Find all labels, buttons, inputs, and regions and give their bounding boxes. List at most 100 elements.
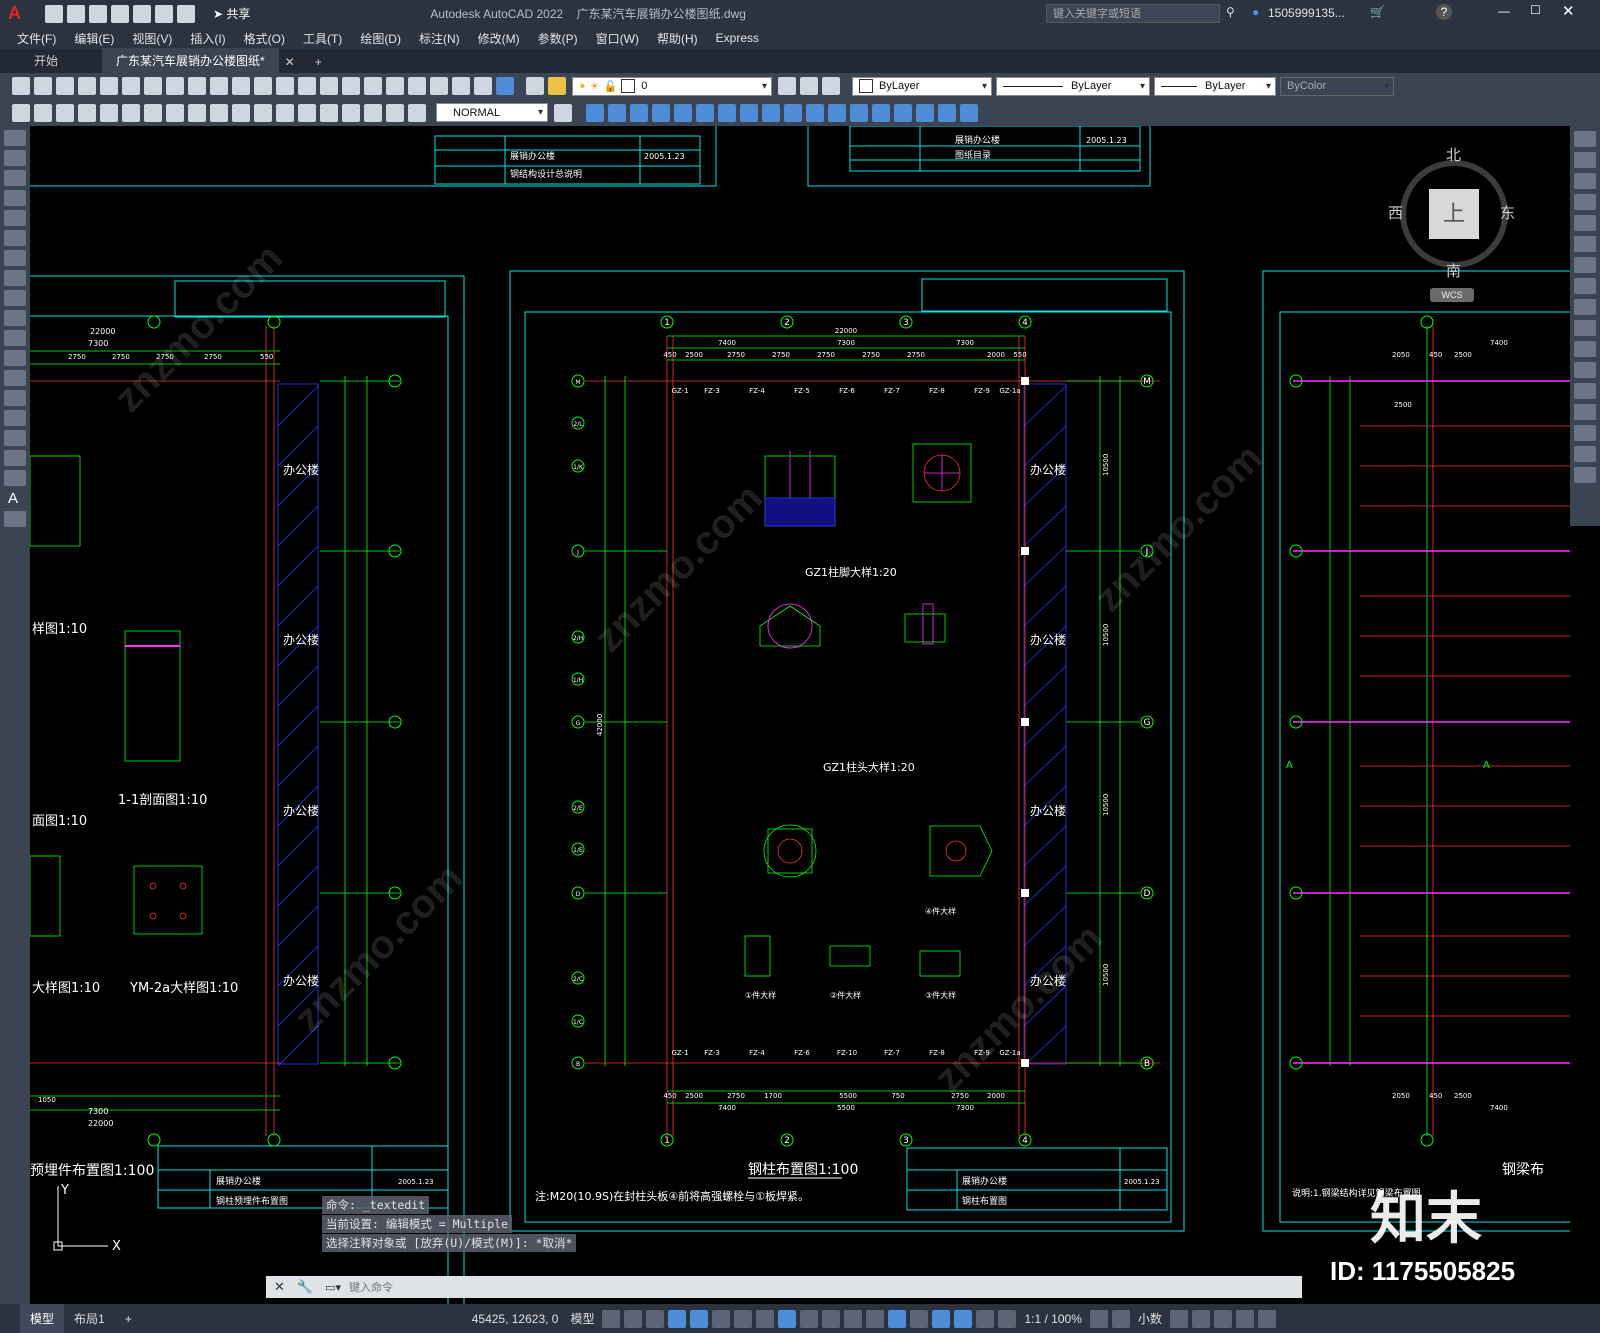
modify-fillet-icon[interactable]	[894, 103, 912, 122]
dim-linear-icon[interactable]	[12, 103, 30, 122]
fillet-icon[interactable]	[1574, 425, 1596, 441]
mirror-icon[interactable]	[1574, 173, 1596, 189]
annotation-visibility-icon[interactable]	[954, 1309, 973, 1328]
add-selected-icon[interactable]	[4, 511, 26, 527]
layout-tab-add[interactable]: +	[115, 1312, 142, 1326]
layer-manager-icon[interactable]	[526, 77, 544, 95]
layout-tab-model[interactable]: 模型	[20, 1304, 65, 1333]
mtext-icon[interactable]: A	[8, 490, 22, 507]
customize-icon[interactable]	[1257, 1309, 1276, 1328]
quick-access-plot-icon[interactable]	[133, 4, 151, 23]
zoom-previous-icon[interactable]	[342, 77, 360, 95]
menu-insert[interactable]: 插入(I)	[181, 30, 234, 47]
compass-south[interactable]: 南	[1446, 260, 1461, 281]
tab-start[interactable]: 开始	[20, 48, 72, 73]
minimize-button[interactable]: —	[1498, 4, 1510, 18]
dim-continue-icon[interactable]	[232, 103, 250, 122]
snap-icon[interactable]	[624, 1309, 643, 1328]
layer-iso-icon[interactable]	[822, 77, 840, 95]
menu-window[interactable]: 窗口(W)	[587, 30, 648, 47]
revcloud-icon[interactable]	[4, 270, 26, 286]
redo-icon[interactable]	[254, 77, 272, 95]
space-toggle[interactable]: 模型	[570, 1310, 594, 1327]
command-input[interactable]	[347, 1277, 1302, 1297]
blend-icon[interactable]	[1574, 446, 1596, 462]
modify-break-icon[interactable]	[828, 103, 846, 122]
erase-icon[interactable]	[1574, 131, 1596, 147]
modify-explode-icon[interactable]	[916, 103, 934, 122]
offset-icon[interactable]	[1574, 194, 1596, 210]
quick-access-new-icon[interactable]	[45, 4, 63, 23]
infer-icon[interactable]	[646, 1309, 665, 1328]
close-button[interactable]: ✕	[1562, 2, 1575, 20]
plotstyle-dropdown[interactable]: ByColor	[1280, 76, 1394, 96]
dimstyle-manager-icon[interactable]	[554, 103, 572, 122]
zoom-window-icon[interactable]	[320, 77, 338, 95]
clean-screen-icon[interactable]	[1235, 1309, 1254, 1328]
gizmo-icon[interactable]	[932, 1309, 951, 1328]
dim-arc-icon[interactable]	[56, 103, 74, 122]
make-current-icon[interactable]	[778, 77, 796, 95]
scale-readout[interactable]: 1:1 / 100%	[1024, 1312, 1081, 1326]
grid-icon[interactable]	[602, 1309, 621, 1328]
pan-icon[interactable]	[276, 77, 294, 95]
sheet-set-icon[interactable]	[430, 77, 448, 95]
command-customize-icon[interactable]: 🔧	[297, 1279, 313, 1295]
quick-access-undo-icon[interactable]	[155, 4, 173, 23]
modify-trim-icon[interactable]	[784, 103, 802, 122]
drawing-canvas[interactable]: 展销办公楼 钢结构设计总说明 2005.1.23 展销办公楼 图纸目录 2005…	[30, 126, 1570, 1304]
menu-help[interactable]: 帮助(H)	[648, 30, 707, 47]
rectangle-icon[interactable]	[4, 210, 26, 226]
command-recent-icon[interactable]: ▭▾	[325, 1281, 341, 1294]
break-icon[interactable]	[1574, 362, 1596, 378]
object-snap-icon[interactable]	[778, 1309, 797, 1328]
modify-scale-icon[interactable]	[740, 103, 758, 122]
calc-icon[interactable]	[474, 77, 492, 95]
3d-osnap-icon[interactable]	[866, 1309, 885, 1328]
open-icon[interactable]	[34, 77, 52, 95]
layout-tab-layout1[interactable]: 布局1	[64, 1310, 115, 1327]
compass-north[interactable]: 北	[1446, 144, 1461, 165]
line-icon[interactable]	[4, 130, 26, 146]
trim-icon[interactable]	[1574, 320, 1596, 336]
search-icon[interactable]: ⚲	[1226, 5, 1235, 19]
menu-format[interactable]: 格式(O)	[235, 30, 294, 47]
save-icon[interactable]	[56, 77, 74, 95]
arc-icon[interactable]	[4, 230, 26, 246]
modify-rotate-icon[interactable]	[718, 103, 736, 122]
dim-update-icon[interactable]	[408, 103, 426, 122]
markup-icon[interactable]	[452, 77, 470, 95]
object-snap-tracking-icon[interactable]	[756, 1309, 775, 1328]
transparency-icon[interactable]	[822, 1309, 841, 1328]
quick-properties-icon[interactable]	[1169, 1309, 1188, 1328]
user-icon[interactable]: ●	[1252, 5, 1259, 19]
gradient-icon[interactable]	[4, 430, 26, 446]
share-button[interactable]: ➤ 共享	[213, 5, 250, 22]
dim-radius-icon[interactable]	[100, 103, 118, 122]
quick-access-save-icon[interactable]	[89, 4, 107, 23]
lineweight-dropdown[interactable]: ByLayer	[1154, 76, 1276, 96]
menu-file[interactable]: 文件(F)	[8, 30, 65, 47]
tolerance-icon[interactable]	[298, 103, 316, 122]
isolate-icon[interactable]	[1191, 1309, 1210, 1328]
explode-icon[interactable]	[1574, 467, 1596, 483]
dim-edit-icon[interactable]	[364, 103, 382, 122]
cart-icon[interactable]: 🛒	[1370, 5, 1385, 19]
viewcube[interactable]: 上 北 南 东 西	[1388, 147, 1515, 280]
insert-block-icon[interactable]	[4, 350, 26, 366]
cut-icon[interactable]	[144, 77, 162, 95]
modify-erase-icon[interactable]	[586, 103, 604, 122]
dim-quick-icon[interactable]	[188, 103, 206, 122]
menu-express[interactable]: Express	[707, 31, 768, 45]
help-icon[interactable]: ?	[1436, 4, 1452, 20]
modify-chamfer-icon[interactable]	[872, 103, 890, 122]
match-icon[interactable]	[210, 77, 228, 95]
move-icon[interactable]	[1574, 236, 1596, 252]
dim-diameter-icon[interactable]	[144, 103, 162, 122]
dim-ordinate-icon[interactable]	[78, 103, 96, 122]
annotation-monitor-icon[interactable]	[1111, 1309, 1130, 1328]
layer-dropdown[interactable]: ● ☀ 🔓 0	[572, 76, 772, 96]
command-close-icon[interactable]: ✕	[274, 1279, 285, 1295]
menu-parametric[interactable]: 参数(P)	[529, 30, 587, 47]
chamfer-icon[interactable]	[1574, 404, 1596, 420]
